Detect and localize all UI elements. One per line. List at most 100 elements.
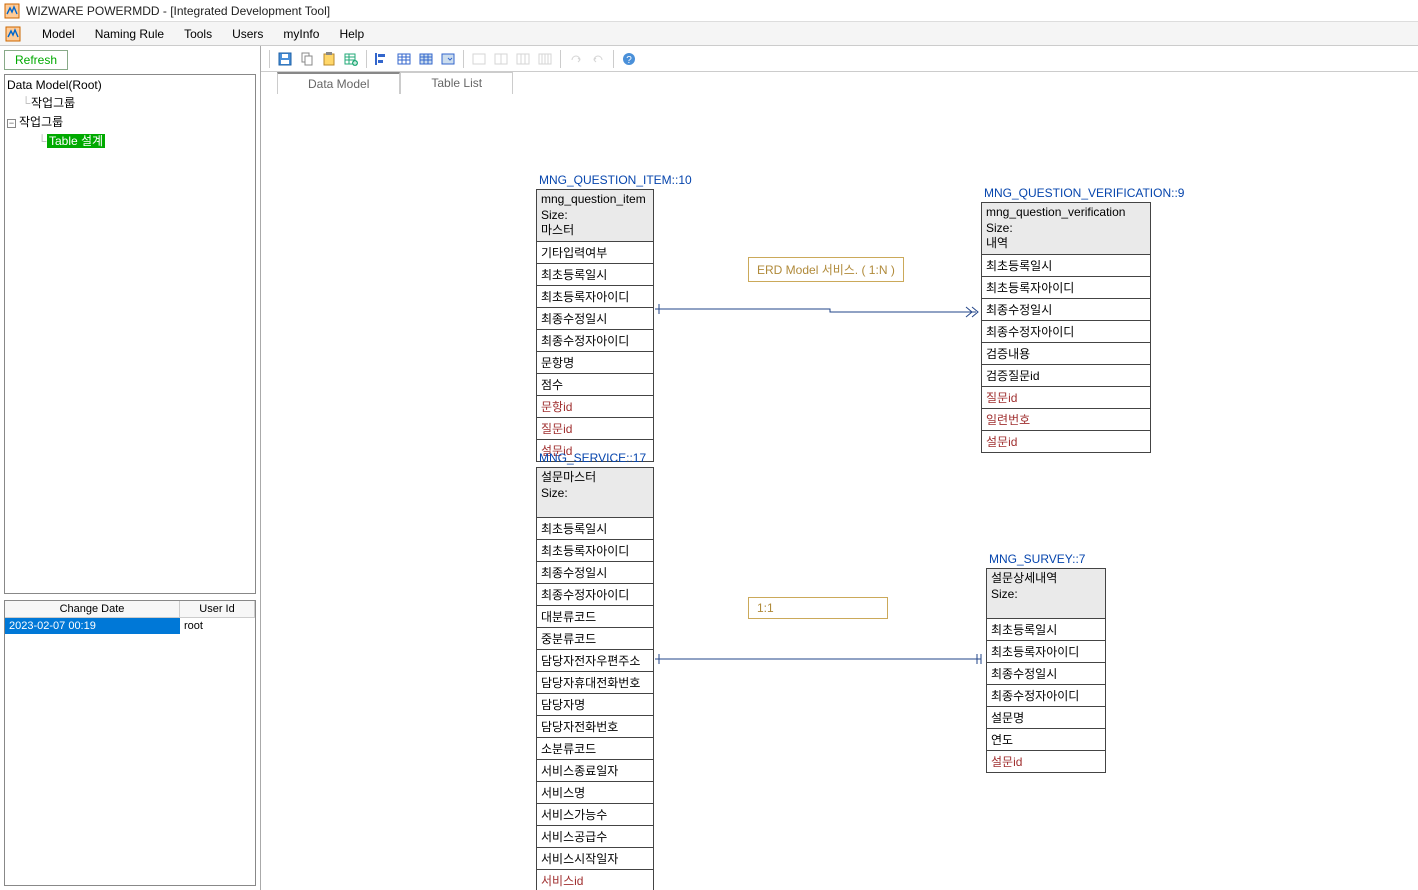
history-row[interactable]: 2023-02-07 00:19 root (5, 618, 255, 634)
history-user: root (180, 618, 255, 634)
history-date: 2023-02-07 00:19 (5, 618, 180, 634)
undo-icon[interactable] (589, 50, 607, 68)
canvas-tabs: Data Model Table List (261, 72, 1418, 94)
erd-field: 최초등록자아이디 (982, 277, 1150, 299)
relationship-lines (261, 94, 1418, 890)
erd-field: 최초등록일시 (537, 518, 653, 540)
align-left-icon[interactable] (373, 50, 391, 68)
erd-field: 최종수정자아이디 (982, 321, 1150, 343)
erd-field: 설문명 (987, 707, 1105, 729)
model-tree[interactable]: Data Model(Root) └작업그룹 −작업그룹 └Table 설계 (4, 74, 256, 594)
erd-table-question-item[interactable]: MNG_QUESTION_ITEM::10 mng_question_item … (536, 189, 654, 462)
erd-field: 서비스가능수 (537, 804, 653, 826)
erd-field: 검증질문id (982, 365, 1150, 387)
erd-field-key: 설문id (982, 431, 1150, 452)
erd-field: 최종수정일시 (537, 308, 653, 330)
erd-header: mng_question_verification Size: 내역 (982, 203, 1150, 255)
panel-2-icon[interactable] (492, 50, 510, 68)
erd-field: 최종수정자아이디 (537, 584, 653, 606)
erd-table-service[interactable]: MNG_SERVICE::17 설문마스터 Size: 최초등록일시 최초등록자… (536, 467, 654, 890)
grid-icon[interactable] (417, 50, 435, 68)
erd-field: 서비스종료일자 (537, 760, 653, 782)
relationship-label-1n: ERD Model 서비스. ( 1:N ) (748, 257, 904, 282)
svg-text:?: ? (626, 55, 632, 66)
right-panel: ? Data Model Table List ERD Model 서비스 (261, 46, 1418, 890)
erd-field: 기타입력여부 (537, 242, 653, 264)
erd-field: 최초등록자아이디 (537, 286, 653, 308)
erd-title: MNG_QUESTION_VERIFICATION::9 (982, 186, 1186, 202)
erd-header: 설문마스터 Size: (537, 468, 653, 518)
erd-canvas[interactable]: ERD Model 서비스. ( 1:N ) 1:1 MNG_QUESTION_… (261, 94, 1418, 890)
erd-field: 담당자휴대전화번호 (537, 672, 653, 694)
app-icon-small (4, 25, 22, 43)
erd-title: MNG_QUESTION_ITEM::10 (537, 173, 694, 189)
tab-data-model[interactable]: Data Model (277, 72, 400, 94)
refresh-button[interactable]: Refresh (4, 50, 68, 70)
erd-field: 최종수정자아이디 (537, 330, 653, 352)
menu-help[interactable]: Help (329, 22, 374, 45)
tree-group-2[interactable]: −작업그룹 (7, 112, 253, 131)
erd-table-question-verification[interactable]: MNG_QUESTION_VERIFICATION::9 mng_questio… (981, 202, 1151, 453)
app-icon (4, 3, 20, 19)
relationship-label-11: 1:1 (748, 597, 888, 619)
erd-field: 연도 (987, 729, 1105, 751)
erd-field: 담당자전자우편주소 (537, 650, 653, 672)
history-col-date: Change Date (5, 601, 180, 618)
titlebar: WIZWARE POWERMDD - [Integrated Developme… (0, 0, 1418, 22)
erd-field: 점수 (537, 374, 653, 396)
erd-title: MNG_SURVEY::7 (987, 552, 1087, 568)
erd-field-key: 문항id (537, 396, 653, 418)
erd-field-key: 서비스id (537, 870, 653, 890)
erd-field: 최초등록일시 (537, 264, 653, 286)
erd-field-key: 질문id (537, 418, 653, 440)
save-icon[interactable] (276, 50, 294, 68)
dropdown-icon[interactable] (439, 50, 457, 68)
menu-tools[interactable]: Tools (174, 22, 222, 45)
erd-field: 중분류코드 (537, 628, 653, 650)
erd-table-survey[interactable]: MNG_SURVEY::7 설문상세내역 Size: 최초등록일시 최초등록자아… (986, 568, 1106, 773)
table-add-icon[interactable] (342, 50, 360, 68)
erd-field: 대분류코드 (537, 606, 653, 628)
erd-field: 담당자명 (537, 694, 653, 716)
toolbar: ? (261, 46, 1418, 72)
tab-table-list[interactable]: Table List (400, 72, 513, 94)
titlebar-text: WIZWARE POWERMDD - [Integrated Developme… (26, 4, 330, 18)
menu-myinfo[interactable]: myInfo (273, 22, 329, 45)
erd-field: 담당자전화번호 (537, 716, 653, 738)
erd-field: 서비스명 (537, 782, 653, 804)
erd-field: 최종수정일시 (987, 663, 1105, 685)
menu-users[interactable]: Users (222, 22, 273, 45)
erd-field-key: 질문id (982, 387, 1150, 409)
redo-icon[interactable] (567, 50, 585, 68)
erd-field: 소분류코드 (537, 738, 653, 760)
erd-field: 최종수정일시 (982, 299, 1150, 321)
erd-field: 최종수정자아이디 (987, 685, 1105, 707)
table-icon[interactable] (395, 50, 413, 68)
paste-icon[interactable] (320, 50, 338, 68)
panel-1-icon[interactable] (470, 50, 488, 68)
menubar: Model Naming Rule Tools Users myInfo Hel… (0, 22, 1418, 46)
left-panel: Refresh Data Model(Root) └작업그룹 −작업그룹 └Ta… (0, 46, 261, 890)
menu-naming-rule[interactable]: Naming Rule (85, 22, 174, 45)
panel-3-icon[interactable] (514, 50, 532, 68)
erd-field: 최초등록일시 (982, 255, 1150, 277)
minus-icon[interactable]: − (7, 119, 16, 128)
erd-field: 서비스시작일자 (537, 848, 653, 870)
menu-model[interactable]: Model (32, 22, 85, 45)
tree-leaf-table-design[interactable]: └Table 설계 (7, 131, 253, 150)
panel-4-icon[interactable] (536, 50, 554, 68)
history-col-user: User Id (180, 601, 255, 618)
tree-group-1[interactable]: └작업그룹 (7, 93, 253, 112)
help-icon[interactable]: ? (620, 50, 638, 68)
history-panel: Change Date User Id 2023-02-07 00:19 roo… (4, 600, 256, 886)
erd-field: 최초등록일시 (987, 619, 1105, 641)
erd-header: 설문상세내역 Size: (987, 569, 1105, 619)
erd-field-key: 일련번호 (982, 409, 1150, 431)
erd-field-key: 설문id (987, 751, 1105, 772)
erd-field: 최종수정일시 (537, 562, 653, 584)
erd-field: 검증내용 (982, 343, 1150, 365)
erd-field: 문항명 (537, 352, 653, 374)
copy-icon[interactable] (298, 50, 316, 68)
erd-field: 서비스공급수 (537, 826, 653, 848)
tree-root[interactable]: Data Model(Root) (7, 77, 253, 93)
